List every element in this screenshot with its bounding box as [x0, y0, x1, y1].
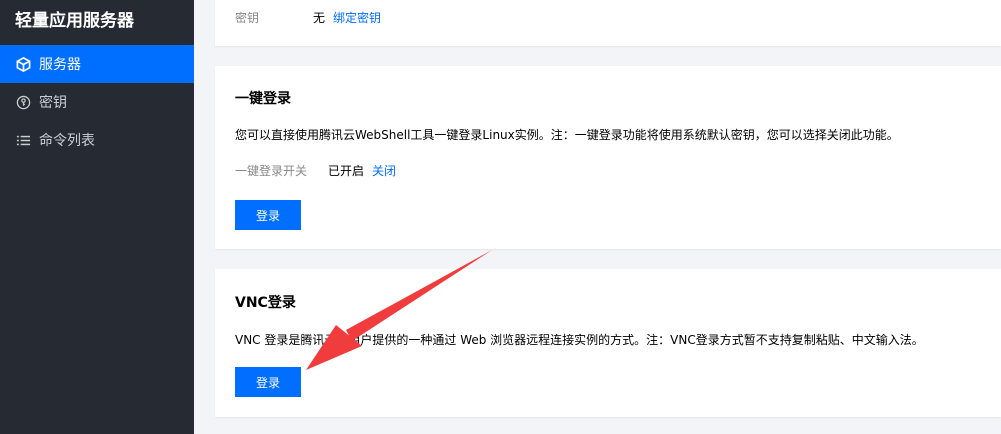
sidebar-item-commands[interactable]: 命令列表: [0, 121, 194, 159]
key-icon: [15, 94, 31, 110]
key-label: 密钥: [235, 11, 260, 25]
one-click-switch-label: 一键登录开关: [235, 164, 308, 178]
vnc-login-card: VNC登录 VNC 登录是腾讯云为用户提供的一种通过 Web 浏览器远程连接实例…: [215, 269, 1001, 417]
sidebar-item-label: 密钥: [39, 95, 67, 111]
one-click-login-button[interactable]: 登录: [235, 200, 301, 230]
vnc-login-title: VNC登录: [235, 295, 296, 311]
bind-key-link[interactable]: 绑定密钥: [333, 9, 381, 26]
sidebar: 轻量应用服务器 服务器 密钥 命令列表: [0, 0, 194, 434]
sidebar-item-keys[interactable]: 密钥: [0, 83, 194, 121]
app-title: 轻量应用服务器: [15, 11, 134, 31]
sidebar-item-servers[interactable]: 服务器: [0, 45, 194, 83]
one-click-login-description: 您可以直接使用腾讯云WebShell工具一键登录Linux实例。注：一键登录功能…: [235, 128, 899, 142]
sidebar-item-label: 服务器: [39, 57, 81, 73]
vnc-login-button[interactable]: 登录: [235, 367, 301, 397]
vnc-login-description: VNC 登录是腾讯云为用户提供的一种通过 Web 浏览器远程连接实例的方式。注：…: [235, 333, 924, 347]
sidebar-item-label: 命令列表: [39, 133, 95, 149]
one-click-login-card: 一键登录 您可以直接使用腾讯云WebShell工具一键登录Linux实例。注：一…: [215, 66, 1001, 249]
one-click-login-title: 一键登录: [235, 91, 291, 107]
disable-one-click-link[interactable]: 关闭: [372, 162, 396, 179]
list-icon: [15, 132, 31, 148]
key-card: 密钥 无 绑定密钥: [215, 0, 1001, 46]
main-content: 密钥 无 绑定密钥 一键登录 您可以直接使用腾讯云WebShell工具一键登录L…: [194, 0, 1001, 434]
one-click-switch-status: 已开启: [328, 164, 365, 178]
cube-icon: [15, 56, 31, 72]
key-value: 无: [313, 11, 326, 25]
